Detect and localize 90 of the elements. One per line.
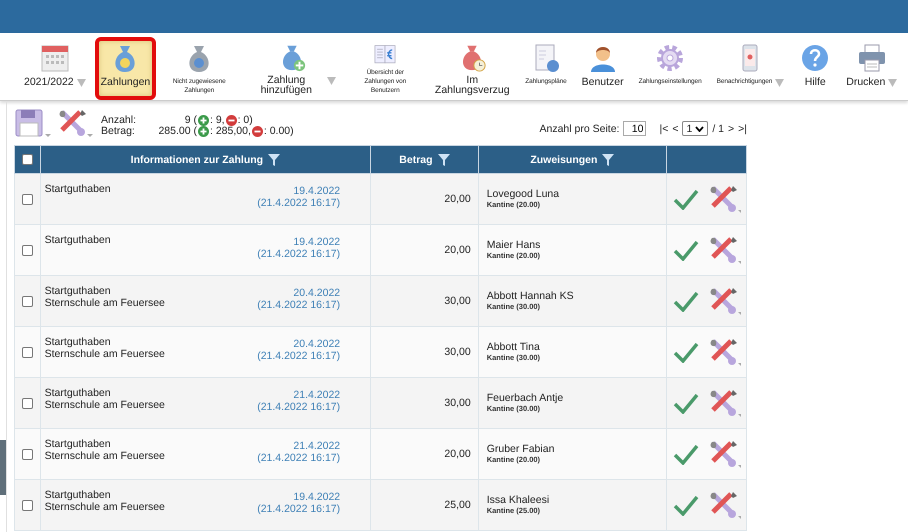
user-name: Lovegood Luna [486,188,560,200]
summary-value: 9 ( [184,115,197,126]
last-page-link[interactable]: >| [738,122,747,134]
created-date[interactable]: (21.4.2022 16:17) [257,401,340,413]
toolbar-button[interactable]: Hilfe [793,37,838,100]
user-name: Feuerbach Antje [486,392,564,404]
payment-date[interactable]: 19.4.2022 [257,185,340,197]
checkbox[interactable] [22,500,33,511]
page-select[interactable]: 1 [682,121,708,136]
filter-icon [268,154,280,166]
minus-icon [252,126,263,137]
chevron-down-icon [695,126,704,132]
page-count: / 1 [712,122,724,134]
checkbox[interactable] [22,244,33,256]
description-text: Startguthaben [44,234,111,246]
description-text: Sternschule am Feuersee [44,297,165,309]
user-name: Abbott Tina [486,340,541,352]
description-text: Startguthaben [44,387,112,399]
checkbox[interactable] [22,448,33,460]
checkmark-icon [673,341,700,363]
summary-value: : 285,00, [210,126,251,137]
description-text: Sternschule am Feuersee [44,501,165,513]
created-date[interactable]: (21.4.2022 16:17) [257,350,340,362]
user-name: Issa Khaleesi [486,494,550,506]
summary-value: 285.00 ( [157,126,197,137]
description-text: Startguthaben [44,336,112,348]
toolbar-button[interactable]: 2021/2022 [18,37,92,100]
plus-icon [198,126,209,137]
description-text: Startguthaben [44,489,112,501]
summary-value: : 0) [238,115,253,126]
created-date[interactable]: (21.4.2022 16:17) [257,299,340,311]
summary-label: Betrag: [101,126,136,137]
amount-text: 20,00 [444,244,472,256]
payment-date[interactable]: 21.4.2022 [257,389,340,401]
first-page-link[interactable]: |< [659,122,668,134]
user-name: Abbott Hannah KS [486,290,575,302]
description-text: Sternschule am Feuersee [44,348,165,360]
checkbox[interactable] [22,154,33,166]
checkmark-icon [673,392,700,414]
column-header[interactable]: Zuweisungen [530,154,598,166]
previous-page-link[interactable]: < [672,122,678,134]
minus-icon [226,115,237,126]
checkmark-icon [673,239,700,261]
toolbar-button[interactable]: Zahlungen [94,37,156,100]
summary-value: : 0.00) [264,126,294,137]
description-text: Startguthaben [44,438,112,450]
payment-date[interactable]: 19.4.2022 [257,491,340,503]
payment-date[interactable]: 20.4.2022 [257,338,340,350]
toolbar-button[interactable]: Im Zahlungsverzug [428,37,516,100]
created-date[interactable]: (21.4.2022 16:17) [257,452,340,464]
user-name: Gruber Fabian [486,442,556,454]
checkmark-icon [673,290,700,312]
amount-text: 30,00 [444,397,472,409]
checkmark-icon [673,443,700,465]
description-text: Startguthaben [44,285,112,297]
created-date[interactable]: (21.4.2022 16:17) [257,503,340,515]
amount-text: 20,00 [444,193,472,205]
created-date[interactable]: (21.4.2022 16:17) [257,197,340,209]
payment-date[interactable]: 19.4.2022 [257,236,340,248]
per-page-field[interactable]: 10 [623,121,646,136]
amount-text: 25,00 [444,499,472,511]
per-page-label: Anzahl pro Seite: [540,122,620,134]
checkbox[interactable] [22,296,33,307]
filter-icon [602,154,614,166]
toolbar-button[interactable]: Benutzer [576,37,630,100]
checkbox[interactable] [22,194,33,205]
description-text: Sternschule am Feuersee [44,450,165,462]
amount-text: 20,00 [444,448,472,460]
payment-date[interactable]: 21.4.2022 [257,440,340,452]
description-text: Startguthaben [44,183,111,195]
payment-date[interactable]: 20.4.2022 [257,287,340,299]
amount-text: 30,00 [444,346,472,358]
checkmark-icon [673,188,700,210]
description-text: Sternschule am Feuersee [44,399,165,411]
next-page-link[interactable]: > [728,122,734,134]
toolbar-button[interactable]: Zahlung hinzufügen [242,37,342,100]
plus-icon [198,115,209,126]
column-header[interactable]: Betrag [399,154,433,166]
filter-icon [438,154,450,166]
column-header[interactable]: Informationen zur Zahlung [130,154,264,166]
toolbar-button[interactable]: Drucken [840,37,904,100]
user-name: Maier Hans [486,238,542,250]
created-date[interactable]: (21.4.2022 16:17) [257,248,340,260]
amount-text: 30,00 [444,295,472,307]
save-icon [14,108,52,138]
checkbox[interactable] [22,398,33,409]
summary-label: Anzahl: [101,115,138,126]
checkmark-icon [673,494,700,516]
checkbox[interactable] [22,346,33,358]
summary-value: : 9, [210,115,225,126]
